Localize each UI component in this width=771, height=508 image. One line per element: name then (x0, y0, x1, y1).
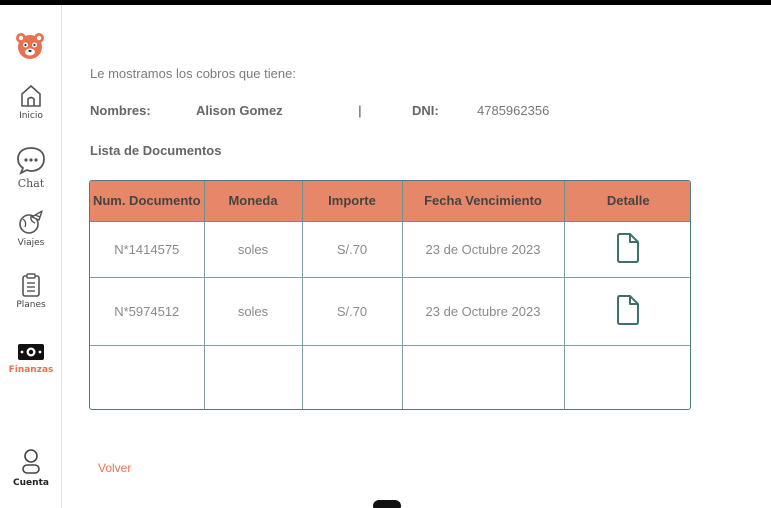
home-icon (21, 85, 41, 107)
chat-bubble-icon (17, 147, 45, 175)
column-header-num-documento: Num. Documento (90, 181, 205, 222)
table-row-empty (90, 345, 690, 409)
table-row: N*5974512 soles S/.70 23 de Octubre 2023 (90, 277, 690, 346)
currency: soles (204, 221, 303, 278)
name-value: Alison Gomez (196, 103, 283, 118)
dni-value: 4785962356 (477, 103, 550, 118)
top-bar (0, 0, 771, 5)
column-header-importe: Importe (302, 181, 403, 222)
sidebar-item-label: Chat (17, 177, 45, 190)
empty-cell (204, 345, 303, 409)
currency: soles (204, 277, 303, 346)
due-date: 23 de Octubre 2023 (402, 277, 565, 346)
bear-logo-icon[interactable] (15, 31, 45, 61)
sidebar-item-label: Cuenta (13, 478, 49, 488)
sidebar-item-label: Planes (16, 300, 46, 310)
globe-plane-icon (19, 210, 43, 234)
money-icon (18, 344, 44, 360)
empty-cell (402, 345, 565, 409)
back-link[interactable]: Volver (98, 461, 131, 475)
dni-label: DNI: (412, 103, 439, 118)
bottom-handle (373, 500, 401, 508)
sidebar-item-cuenta[interactable]: Cuenta (0, 448, 62, 488)
client-info: Nombres: Alison Gomez | DNI: 4785962356 (90, 103, 610, 121)
due-date: 23 de Octubre 2023 (402, 221, 565, 278)
sidebar-item-finanzas[interactable]: Finanzas (0, 341, 62, 375)
document-icon[interactable] (615, 232, 641, 267)
table-header-row: Num. Documento Moneda Importe Fecha Venc… (90, 181, 690, 222)
detail-cell (564, 221, 690, 278)
column-header-moneda: Moneda (204, 181, 303, 222)
sidebar: Inicio Chat Viajes Planes Finanzas Cuent… (0, 5, 62, 508)
document-number: N*1414575 (90, 221, 205, 278)
empty-cell (90, 345, 205, 409)
sidebar-item-viajes[interactable]: Viajes (0, 208, 62, 248)
clipboard-icon (22, 273, 40, 297)
user-icon (22, 449, 40, 474)
info-separator: | (358, 103, 362, 118)
column-header-fecha-vencimiento: Fecha Vencimiento (402, 181, 565, 222)
document-number: N*5974512 (90, 277, 205, 346)
detail-cell (564, 277, 690, 346)
column-header-detalle: Detalle (564, 181, 690, 222)
sidebar-item-chat[interactable]: Chat (0, 145, 62, 190)
sidebar-item-inicio[interactable]: Inicio (0, 83, 62, 121)
documents-table: Num. Documento Moneda Importe Fecha Venc… (89, 180, 691, 410)
empty-cell (564, 345, 690, 409)
document-icon[interactable] (615, 294, 641, 329)
amount: S/.70 (302, 221, 403, 278)
sidebar-item-planes[interactable]: Planes (0, 272, 62, 310)
sidebar-item-label: Inicio (19, 111, 43, 121)
empty-cell (302, 345, 403, 409)
sidebar-item-label: Viajes (17, 238, 45, 248)
name-label: Nombres: (90, 103, 151, 118)
sidebar-item-label: Finanzas (8, 365, 54, 375)
intro-text: Le mostramos los cobros que tiene: (90, 66, 296, 81)
amount: S/.70 (302, 277, 403, 346)
table-row: N*1414575 soles S/.70 23 de Octubre 2023 (90, 221, 690, 278)
documents-list-title: Lista de Documentos (90, 143, 222, 158)
